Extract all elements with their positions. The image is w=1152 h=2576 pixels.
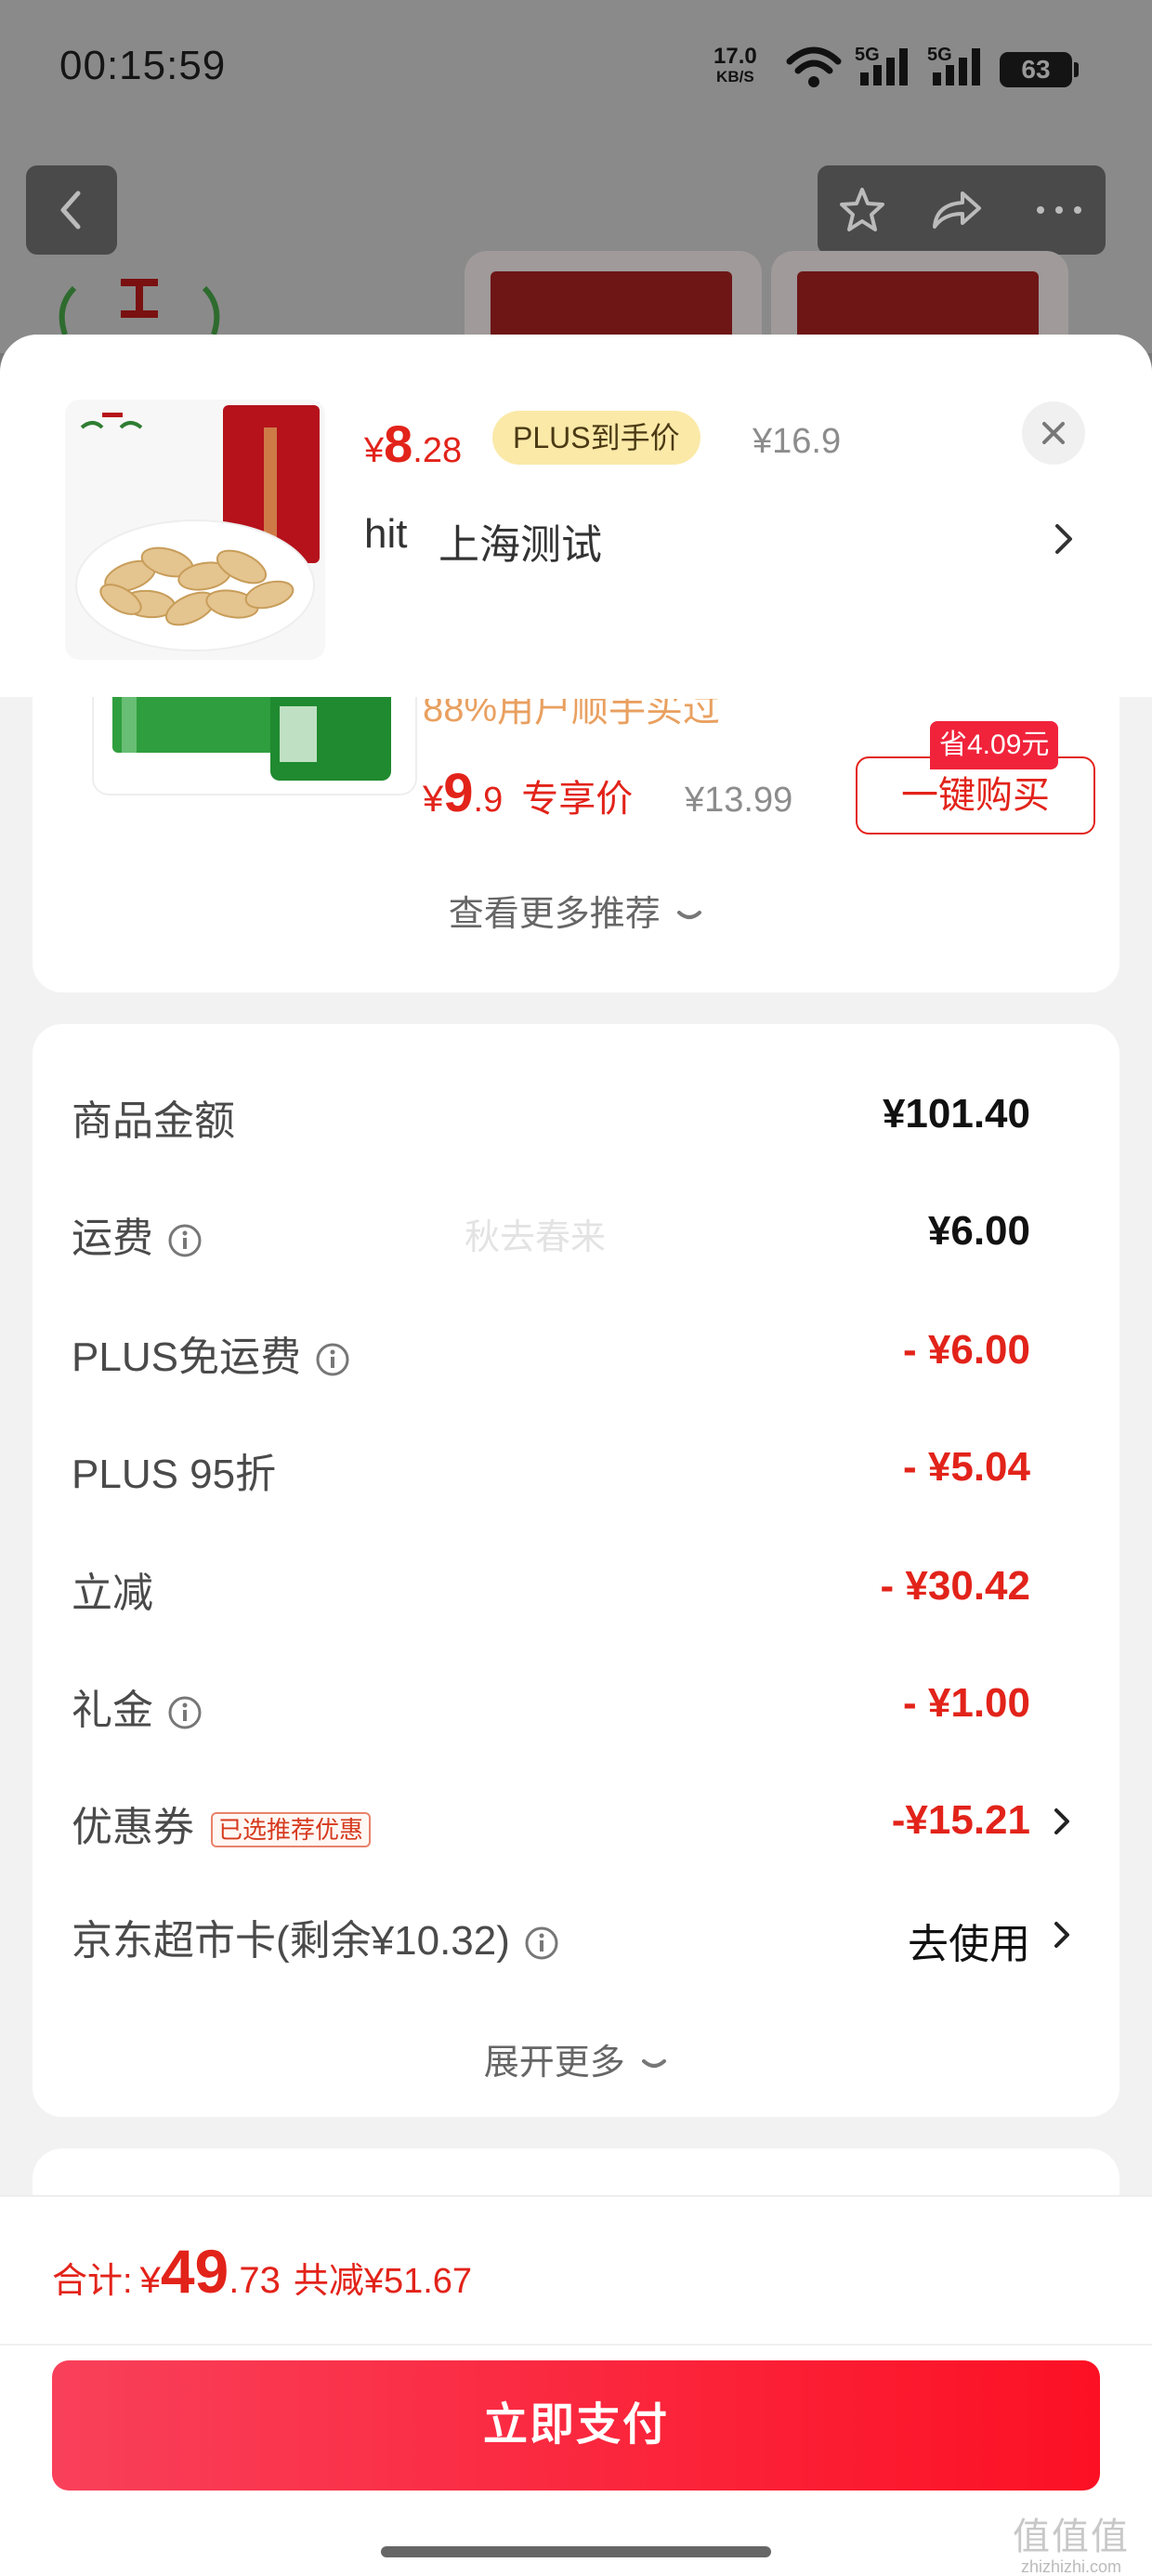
star-icon[interactable]: [836, 186, 888, 234]
summary-label: 京东超市卡(剩余¥10.32): [72, 1907, 560, 1966]
expand-more-button[interactable]: 展开更多: [33, 2033, 1119, 2084]
chevron-left-icon: [60, 191, 81, 230]
summary-value: - ¥30.42: [880, 1563, 1030, 1609]
brand-logo: [59, 279, 220, 335]
site-watermark-domain: zhizhizhi.com: [1020, 2557, 1122, 2576]
see-more-recommendations[interactable]: 查看更多推荐: [33, 885, 1119, 936]
price-breakdown-card: 商品金额 ¥101.40 运费 ¥6.00 PLUS免运费 - ¥6.00 PL…: [33, 1024, 1119, 2117]
summary-row-goods-amount: 商品金额 ¥101.40: [33, 1080, 1119, 1154]
cell-signal-2: 5G: [927, 45, 990, 89]
info-icon[interactable]: [314, 1341, 351, 1378]
recommendation-image: [92, 688, 417, 795]
summary-label: PLUS 95折: [72, 1452, 277, 1497]
summary-row-supermarket-card[interactable]: 京东超市卡(剩余¥10.32) 去使用: [33, 1899, 1119, 1974]
peanut-package-image: [75, 405, 320, 651]
status-bar: 00:15:59 17.0 KB/S 5G 5G 63: [0, 0, 1152, 139]
summary-label: 优惠券 已选推荐优惠: [72, 1794, 372, 1853]
rec-price-tag: 专享价: [521, 779, 634, 820]
total-symbol: ¥: [139, 2260, 161, 2301]
summary-value: - ¥6.00: [903, 1327, 1030, 1373]
save-badge: 省4.09元: [930, 721, 1059, 769]
summary-row-coupon[interactable]: 优惠券 已选推荐优惠 -¥15.21: [33, 1786, 1119, 1860]
address-tag: hit: [364, 511, 408, 557]
soda-cans-image: [112, 688, 391, 781]
summary-label: 运费: [72, 1204, 203, 1264]
summary-label-text: 优惠券: [72, 1805, 194, 1850]
summary-label: PLUS免运费: [72, 1323, 351, 1383]
total-summary: 合计: ¥49.73 共减¥51.67: [52, 2236, 472, 2307]
summary-label-text: 京东超市卡(剩余¥10.32): [72, 1918, 510, 1964]
price-decimal: .28: [412, 431, 463, 470]
total-saved: 共减¥51.67: [293, 2262, 473, 2301]
chevron-right-icon: [1054, 1922, 1069, 1948]
back-button[interactable]: [26, 165, 117, 255]
original-price: ¥16.9: [753, 422, 842, 461]
summary-value: - ¥5.04: [903, 1444, 1030, 1490]
summary-label-text: 礼金: [72, 1688, 153, 1733]
status-time: 00:15:59: [59, 43, 227, 88]
chevron-right-icon: [1054, 1808, 1069, 1834]
rec-price-symbol: ¥: [423, 779, 444, 820]
rec-price-integer: 9: [443, 763, 474, 823]
top-actions: [818, 165, 1106, 255]
product-price: ¥8.28: [364, 414, 462, 474]
expand-more-label: 展开更多: [483, 2044, 625, 2083]
summary-value: ¥6.00: [927, 1208, 1030, 1254]
total-integer: 49: [160, 2237, 229, 2306]
network-speed-value: 17.0: [713, 44, 757, 69]
home-indicator[interactable]: [381, 2546, 771, 2557]
wifi-icon: [786, 46, 842, 87]
chevron-down-icon: [677, 910, 702, 919]
share-icon[interactable]: [929, 186, 985, 234]
info-icon[interactable]: [523, 1925, 560, 1962]
summary-label: 礼金: [72, 1676, 203, 1736]
close-button[interactable]: [1022, 401, 1085, 465]
price-symbol: ¥: [364, 431, 385, 470]
background-page: 00:15:59 17.0 KB/S 5G 5G 63: [0, 0, 1152, 374]
summary-value: -¥15.21: [891, 1797, 1030, 1843]
network-speed: 17.0 KB/S: [713, 46, 757, 87]
summary-row-plus-discount: PLUS 95折 - ¥5.04: [33, 1433, 1119, 1507]
total-decimal: .73: [229, 2260, 281, 2301]
info-icon[interactable]: [166, 1694, 203, 1731]
plus-price-badge: PLUS到手价: [492, 411, 700, 465]
close-icon: [1042, 422, 1065, 444]
summary-label-text: PLUS免运费: [72, 1334, 301, 1380]
signal-bars-icon: [860, 48, 908, 85]
summary-row-plus-free-shipping: PLUS免运费 - ¥6.00: [33, 1316, 1119, 1390]
signal-bars-icon: [933, 48, 980, 85]
network-speed-unit: KB/S: [716, 68, 754, 85]
coupon-tag: 已选推荐优惠: [211, 1812, 372, 1848]
recommendation-price: ¥9.9 专享价: [423, 762, 633, 824]
battery-indicator: 63: [1000, 52, 1079, 87]
product-image: [65, 400, 325, 660]
rec-price-decimal: .9: [473, 781, 504, 820]
address-selector[interactable]: hit 上海测试: [364, 511, 1089, 568]
sheet-header: ¥8.28 PLUS到手价 ¥16.9 hit 上海测试: [0, 335, 1152, 697]
pay-now-button[interactable]: 立即支付: [52, 2360, 1100, 2491]
use-card-link[interactable]: 去使用: [908, 1911, 1030, 1970]
summary-label: 立减: [72, 1571, 153, 1616]
see-more-label: 查看更多推荐: [448, 895, 661, 934]
summary-label: 商品金额: [72, 1098, 235, 1144]
summary-row-instant-reduction: 立减 - ¥30.42: [33, 1552, 1119, 1626]
summary-row-gift-cash: 礼金 - ¥1.00: [33, 1669, 1119, 1743]
chevron-down-icon: [642, 2058, 667, 2068]
price-integer: 8: [384, 414, 413, 473]
rec-original-price: ¥13.99: [685, 781, 793, 820]
cell-signal-1: 5G: [855, 45, 918, 89]
divider: [0, 2344, 1152, 2346]
chevron-right-icon: [1055, 524, 1072, 554]
total-label: 合计:: [52, 2262, 133, 2301]
more-icon[interactable]: [1031, 186, 1087, 234]
site-watermark-logo: 值值值: [1013, 2517, 1130, 2557]
site-watermark: 值值值 zhizhizhi.com: [1013, 2517, 1130, 2576]
address-text: 上海测试: [439, 522, 602, 568]
info-icon[interactable]: [166, 1222, 203, 1259]
checkout-bar: 合计: ¥49.73 共减¥51.67 立即支付: [0, 2195, 1152, 2576]
summary-label-text: 运费: [72, 1216, 153, 1261]
summary-value: - ¥1.00: [903, 1680, 1030, 1726]
watermark: 秋去春来: [465, 1218, 607, 1257]
summary-value: ¥101.40: [882, 1091, 1030, 1137]
